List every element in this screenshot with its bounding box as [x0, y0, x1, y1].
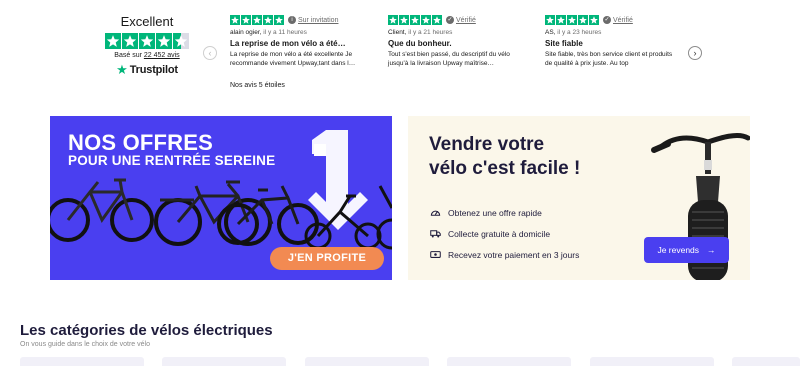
trustpilot-logo: ★ Trustpilot	[104, 63, 190, 76]
promo-banner[interactable]: NOS OFFRES POUR UNE RENTRÉE SEREINE J'EN…	[50, 116, 392, 280]
review-time: il y a 21 heures	[408, 29, 453, 36]
star-icon	[410, 15, 420, 25]
resell-button-label: Je revends	[657, 245, 700, 255]
category-card[interactable]	[590, 357, 714, 366]
sell-title-line1: Vendre votre	[429, 134, 545, 155]
review-author: alain ogier,	[230, 29, 262, 36]
star-icon	[589, 15, 599, 25]
check-icon: ✓	[603, 16, 611, 24]
next-review-button[interactable]: ›	[688, 46, 702, 60]
review-body: Site fiable, très bon service client et …	[545, 51, 673, 67]
truck-icon	[430, 230, 441, 238]
star-icon	[274, 15, 284, 25]
trustpilot-based-on: Basé sur 22 452 avis	[104, 52, 190, 59]
star-icon	[105, 33, 121, 49]
review-stars	[230, 15, 284, 25]
sell-benefit-item: Collecte gratuite à domicile	[430, 228, 579, 239]
trustpilot-rating-word: Excellent	[120, 14, 174, 29]
categories-subtitle: On vous guide dans le choix de votre vél…	[20, 341, 150, 348]
promo-subheadline: POUR UNE RENTRÉE SEREINE	[68, 153, 276, 168]
star-icon	[545, 15, 555, 25]
sell-benefit-text: Collecte gratuite à domicile	[448, 228, 551, 239]
review-card[interactable]: i Sur invitation alain ogier, il y a 11 …	[230, 15, 366, 68]
star-icon	[399, 15, 409, 25]
review-badge: ✓ Vérifié	[603, 16, 633, 24]
trustpilot-summary[interactable]: Excellent Basé sur 22 452 avis ★ Trustpi…	[104, 14, 190, 76]
sell-benefits-list: Obtenez une offre rapide Collecte gratui…	[430, 207, 579, 270]
review-badge: i Sur invitation	[288, 16, 338, 24]
star-icon	[252, 15, 262, 25]
promo-cta-button[interactable]: J'EN PROFITE	[270, 247, 384, 270]
review-body: La reprise de mon vélo a été excellente …	[230, 51, 356, 67]
info-icon: i	[288, 16, 296, 24]
star-icon	[567, 15, 577, 25]
review-card[interactable]: ✓ Vérifié AS, il y a 23 heures Site fiab…	[545, 15, 681, 68]
sell-benefit-item: Recevez votre paiement en 3 jours	[430, 249, 579, 260]
review-title: La reprise de mon vélo a été…	[230, 39, 346, 48]
review-card[interactable]: ✓ Vérifié Client, il y a 21 heures Que d…	[388, 15, 524, 68]
star-icon	[421, 15, 431, 25]
sell-benefit-item: Obtenez une offre rapide	[430, 207, 579, 218]
previous-review-button[interactable]: ‹	[203, 46, 217, 60]
category-card[interactable]	[732, 357, 800, 366]
sell-title-line2: vélo c'est facile !	[429, 158, 581, 179]
review-meta: Client, il y a 21 heures	[388, 29, 524, 36]
star-icon	[556, 15, 566, 25]
review-count-link[interactable]: 22 452 avis	[144, 52, 180, 59]
star-icon	[122, 33, 138, 49]
speedometer-icon	[430, 210, 441, 216]
review-meta: AS, il y a 23 heures	[545, 29, 681, 36]
sell-benefit-text: Obtenez une offre rapide	[448, 207, 542, 218]
chevron-right-icon: ›	[693, 48, 697, 58]
review-meta: alain ogier, il y a 11 heures	[230, 29, 366, 36]
star-icon	[432, 15, 442, 25]
review-stars	[388, 15, 442, 25]
arrow-right-icon: →	[707, 245, 716, 255]
category-card[interactable]	[162, 357, 286, 366]
review-badge-label[interactable]: Sur invitation	[298, 17, 338, 24]
cash-icon	[430, 251, 441, 258]
sell-title: Vendre votre vélo c'est facile !	[429, 133, 580, 181]
review-badge: ✓ Vérifié	[446, 16, 476, 24]
trustpilot-stars	[104, 33, 190, 49]
reviews-filter-note: Nos avis 5 étoiles	[230, 82, 285, 89]
review-badge-label[interactable]: Vérifié	[613, 17, 633, 24]
category-card[interactable]	[20, 357, 144, 366]
review-body: Tout s'est bien passé, du descriptif du …	[388, 51, 510, 67]
star-icon	[263, 15, 273, 25]
sell-bike-banner[interactable]: Vendre votre vélo c'est facile ! Obtenez…	[408, 116, 750, 280]
trustpilot-star-icon: ★	[116, 62, 128, 77]
categories-title: Les catégories de vélos électriques	[20, 322, 273, 339]
category-card[interactable]	[447, 357, 571, 366]
based-on-prefix: Basé sur	[114, 52, 142, 59]
category-card[interactable]	[305, 357, 429, 366]
star-icon	[241, 15, 251, 25]
review-author: AS,	[545, 29, 556, 36]
review-time: il y a 11 heures	[263, 29, 307, 36]
star-icon	[388, 15, 398, 25]
star-icon	[139, 33, 155, 49]
review-badge-label[interactable]: Vérifié	[456, 17, 476, 24]
star-icon	[578, 15, 588, 25]
check-icon: ✓	[446, 16, 454, 24]
resell-button[interactable]: Je revends →	[644, 237, 729, 263]
review-author: Client,	[388, 29, 407, 36]
review-title: Site fiable	[545, 39, 583, 48]
chevron-left-icon: ‹	[208, 48, 212, 58]
sell-benefit-text: Recevez votre paiement en 3 jours	[448, 249, 580, 260]
star-icon	[156, 33, 172, 49]
star-icon	[230, 15, 240, 25]
review-time: il y a 23 heures	[557, 29, 602, 36]
trustpilot-logo-text: Trustpilot	[129, 63, 178, 76]
review-stars	[545, 15, 599, 25]
half-star-icon	[173, 33, 189, 49]
review-title: Que du bonheur.	[388, 39, 452, 48]
